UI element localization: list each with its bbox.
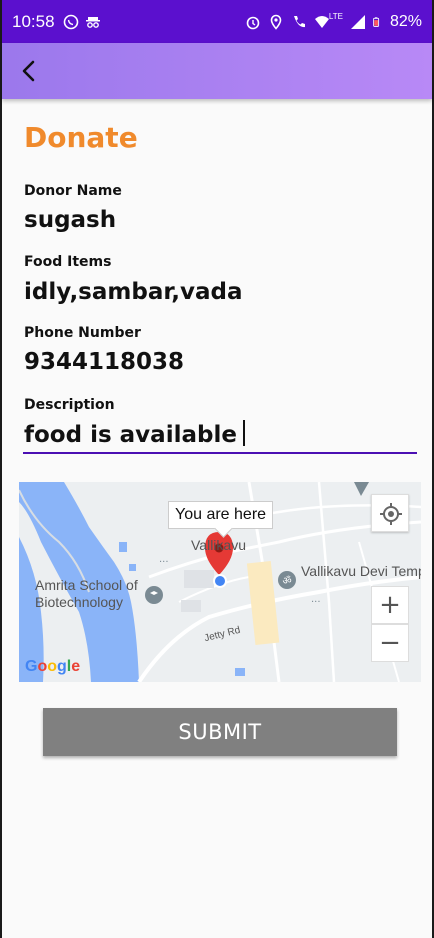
description-text: food is available — [24, 422, 237, 448]
phone-number-label: Phone Number — [24, 325, 141, 341]
app-bar — [2, 43, 432, 99]
my-location-button[interactable] — [371, 494, 409, 532]
zoom-out-button[interactable]: − — [371, 624, 409, 662]
food-items-field[interactable]: idly,sambar,vada — [24, 279, 243, 305]
alarm-icon — [246, 16, 260, 29]
phone-number-field[interactable]: 9344118038 — [24, 349, 184, 375]
google-logo: Google — [25, 658, 81, 675]
donor-name-label: Donor Name — [24, 183, 122, 199]
text-cursor — [242, 420, 245, 446]
svg-text:ॐ: ॐ — [282, 575, 291, 587]
status-bar: 10:58 LTE 82% — [2, 0, 432, 43]
map-label-temple: Vallikavu Devi Temp — [301, 563, 421, 579]
description-underline — [23, 452, 417, 454]
zoom-in-button[interactable]: + — [371, 586, 409, 624]
network-type: LTE — [328, 12, 343, 21]
map-view[interactable]: ॐ ... ... You are here Vallikavu Amrita … — [19, 482, 421, 682]
status-time: 10:58 — [12, 11, 55, 31]
incognito-icon — [85, 16, 100, 28]
donor-name-field[interactable]: sugash — [24, 207, 116, 233]
submit-button[interactable]: SUBMIT — [43, 708, 397, 756]
description-label: Description — [24, 397, 115, 413]
map-label-vallikavu: Vallikavu — [191, 537, 246, 553]
page-title: Donate — [24, 121, 138, 154]
svg-text:...: ... — [159, 554, 169, 565]
current-location-dot — [215, 576, 225, 586]
svg-text:...: ... — [311, 594, 321, 605]
food-items-label: Food Items — [24, 254, 112, 270]
back-arrow-icon[interactable] — [16, 57, 44, 85]
crosshair-icon — [380, 503, 402, 525]
map-tooltip: You are here — [168, 501, 274, 529]
signal-icon — [350, 14, 365, 29]
wifi-icon — [314, 15, 329, 28]
location-icon — [270, 14, 282, 30]
wifi-call-icon — [293, 15, 305, 27]
description-field[interactable]: food is available — [24, 420, 245, 448]
battery-icon — [373, 16, 380, 27]
battery-percent: 82% — [389, 12, 422, 30]
whatsapp-icon — [63, 14, 78, 29]
map-label-amrita: Amrita School of Biotechnology — [35, 577, 138, 610]
app-screen: 10:58 LTE 82% Donate Donor Name sugash F… — [0, 0, 434, 938]
